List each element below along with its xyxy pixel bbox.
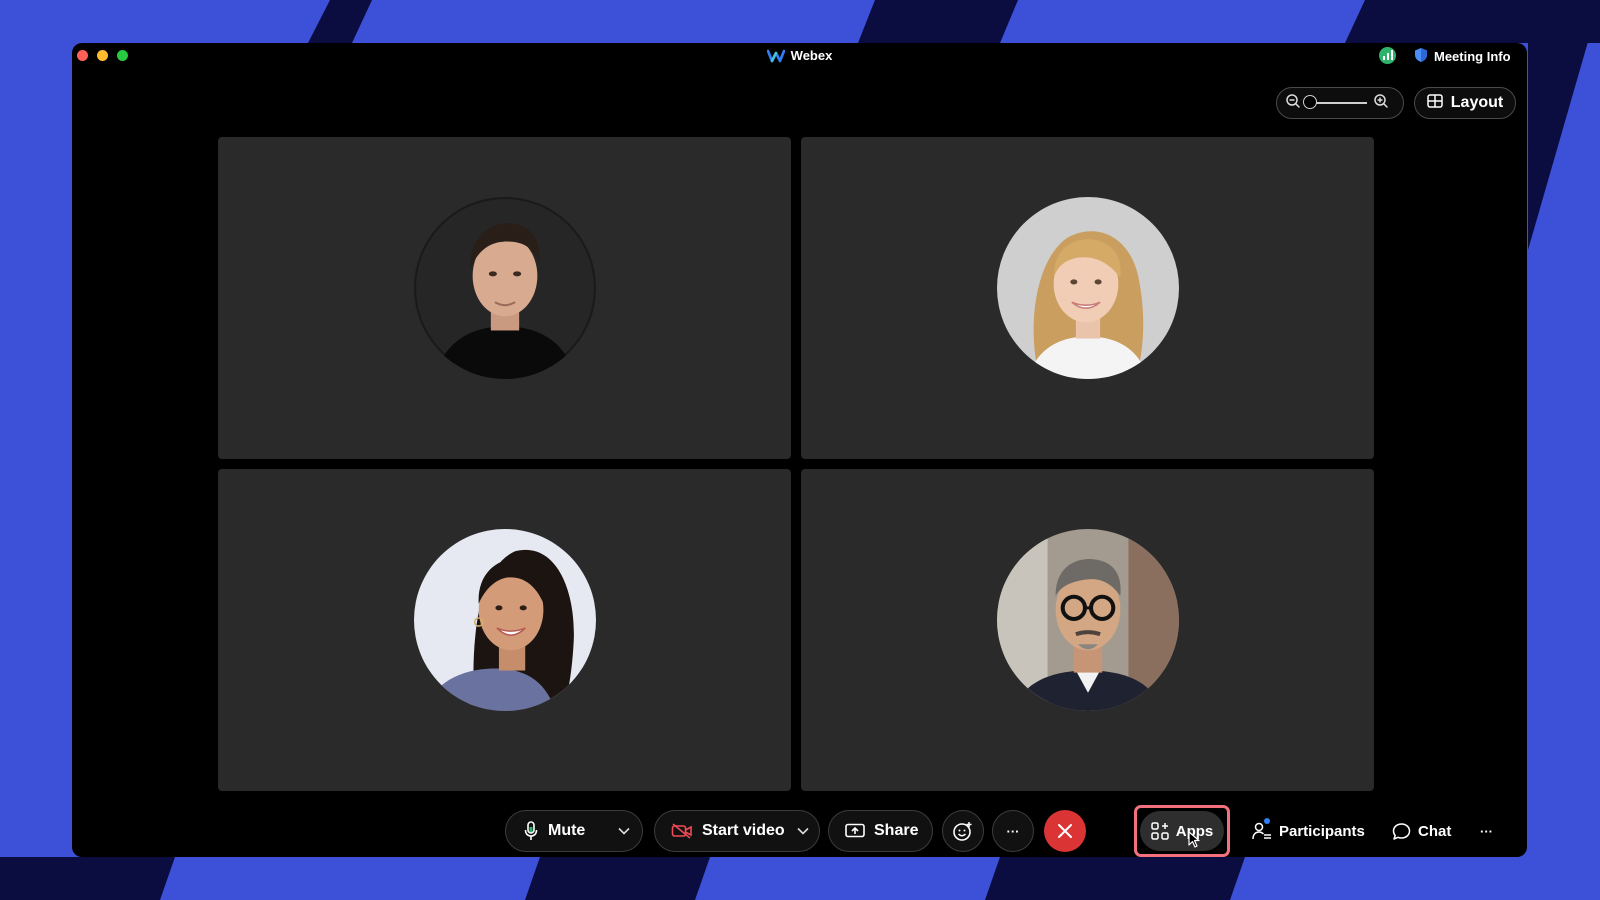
video-off-icon xyxy=(671,823,693,839)
layout-grid-icon xyxy=(1427,93,1443,113)
participants-label: Participants xyxy=(1279,822,1365,840)
avatar-woman-dark-hair xyxy=(414,529,596,711)
chat-label: Chat xyxy=(1418,822,1452,840)
notification-dot xyxy=(1264,818,1270,824)
shield-icon xyxy=(1414,47,1428,66)
meeting-info-label: Meeting Info xyxy=(1434,48,1511,64)
network-signal-icon[interactable] xyxy=(1379,47,1396,64)
layout-button[interactable]: Layout xyxy=(1414,87,1516,119)
participant-video-tile-2[interactable] xyxy=(801,137,1374,459)
start-video-button[interactable]: Start video xyxy=(654,810,820,852)
mouse-cursor-icon xyxy=(1188,831,1202,853)
zoom-in-icon[interactable] xyxy=(1373,93,1389,114)
participants-icon xyxy=(1252,818,1272,840)
share-label: Share xyxy=(874,822,919,839)
chevron-down-icon[interactable] xyxy=(797,827,809,835)
chevron-down-icon[interactable] xyxy=(618,827,630,835)
overflow-label: ··· xyxy=(1480,823,1493,839)
window-title: Webex xyxy=(72,48,1527,66)
start-video-label: Start video xyxy=(702,822,785,839)
zoom-slider[interactable] xyxy=(1303,95,1367,109)
more-label: ··· xyxy=(1006,823,1020,839)
end-call-icon xyxy=(1057,823,1073,839)
avatar-woman-blonde-hair xyxy=(997,197,1179,379)
avatar-man-dark-hair xyxy=(414,197,596,379)
end-call-button[interactable] xyxy=(1044,810,1086,852)
webex-logo-icon xyxy=(766,49,785,66)
participants-button[interactable]: Participants xyxy=(1252,813,1365,849)
video-zoom-control xyxy=(1276,87,1404,119)
chat-button[interactable]: Chat xyxy=(1392,813,1451,849)
layout-label: Layout xyxy=(1450,94,1504,111)
mute-button[interactable]: Mute xyxy=(505,810,643,852)
webex-meeting-window: Webex Meeting Info Layout Mute Start vid… xyxy=(72,43,1527,857)
share-button[interactable]: Share xyxy=(828,810,933,852)
participant-video-tile-4[interactable] xyxy=(801,469,1374,791)
more-options-button[interactable]: ··· xyxy=(992,810,1034,852)
share-screen-icon xyxy=(845,823,865,839)
reactions-icon xyxy=(952,820,974,842)
zoom-out-icon[interactable] xyxy=(1285,93,1301,114)
overflow-menu-button[interactable]: ··· xyxy=(1480,813,1493,849)
mute-label: Mute xyxy=(548,822,586,839)
zoom-slider-handle[interactable] xyxy=(1303,95,1317,109)
participant-video-tile-1[interactable] xyxy=(218,137,791,459)
reactions-button[interactable] xyxy=(942,810,984,852)
title-bar: Webex Meeting Info xyxy=(72,43,1527,69)
apps-icon xyxy=(1151,822,1169,840)
microphone-icon xyxy=(524,821,538,841)
window-title-text: Webex xyxy=(790,48,833,63)
chat-icon xyxy=(1392,822,1411,841)
apps-button[interactable]: Apps xyxy=(1140,811,1224,851)
participant-video-tile-3[interactable] xyxy=(218,469,791,791)
meeting-info-button[interactable]: Meeting Info xyxy=(1414,46,1511,66)
avatar-man-glasses xyxy=(997,529,1179,711)
